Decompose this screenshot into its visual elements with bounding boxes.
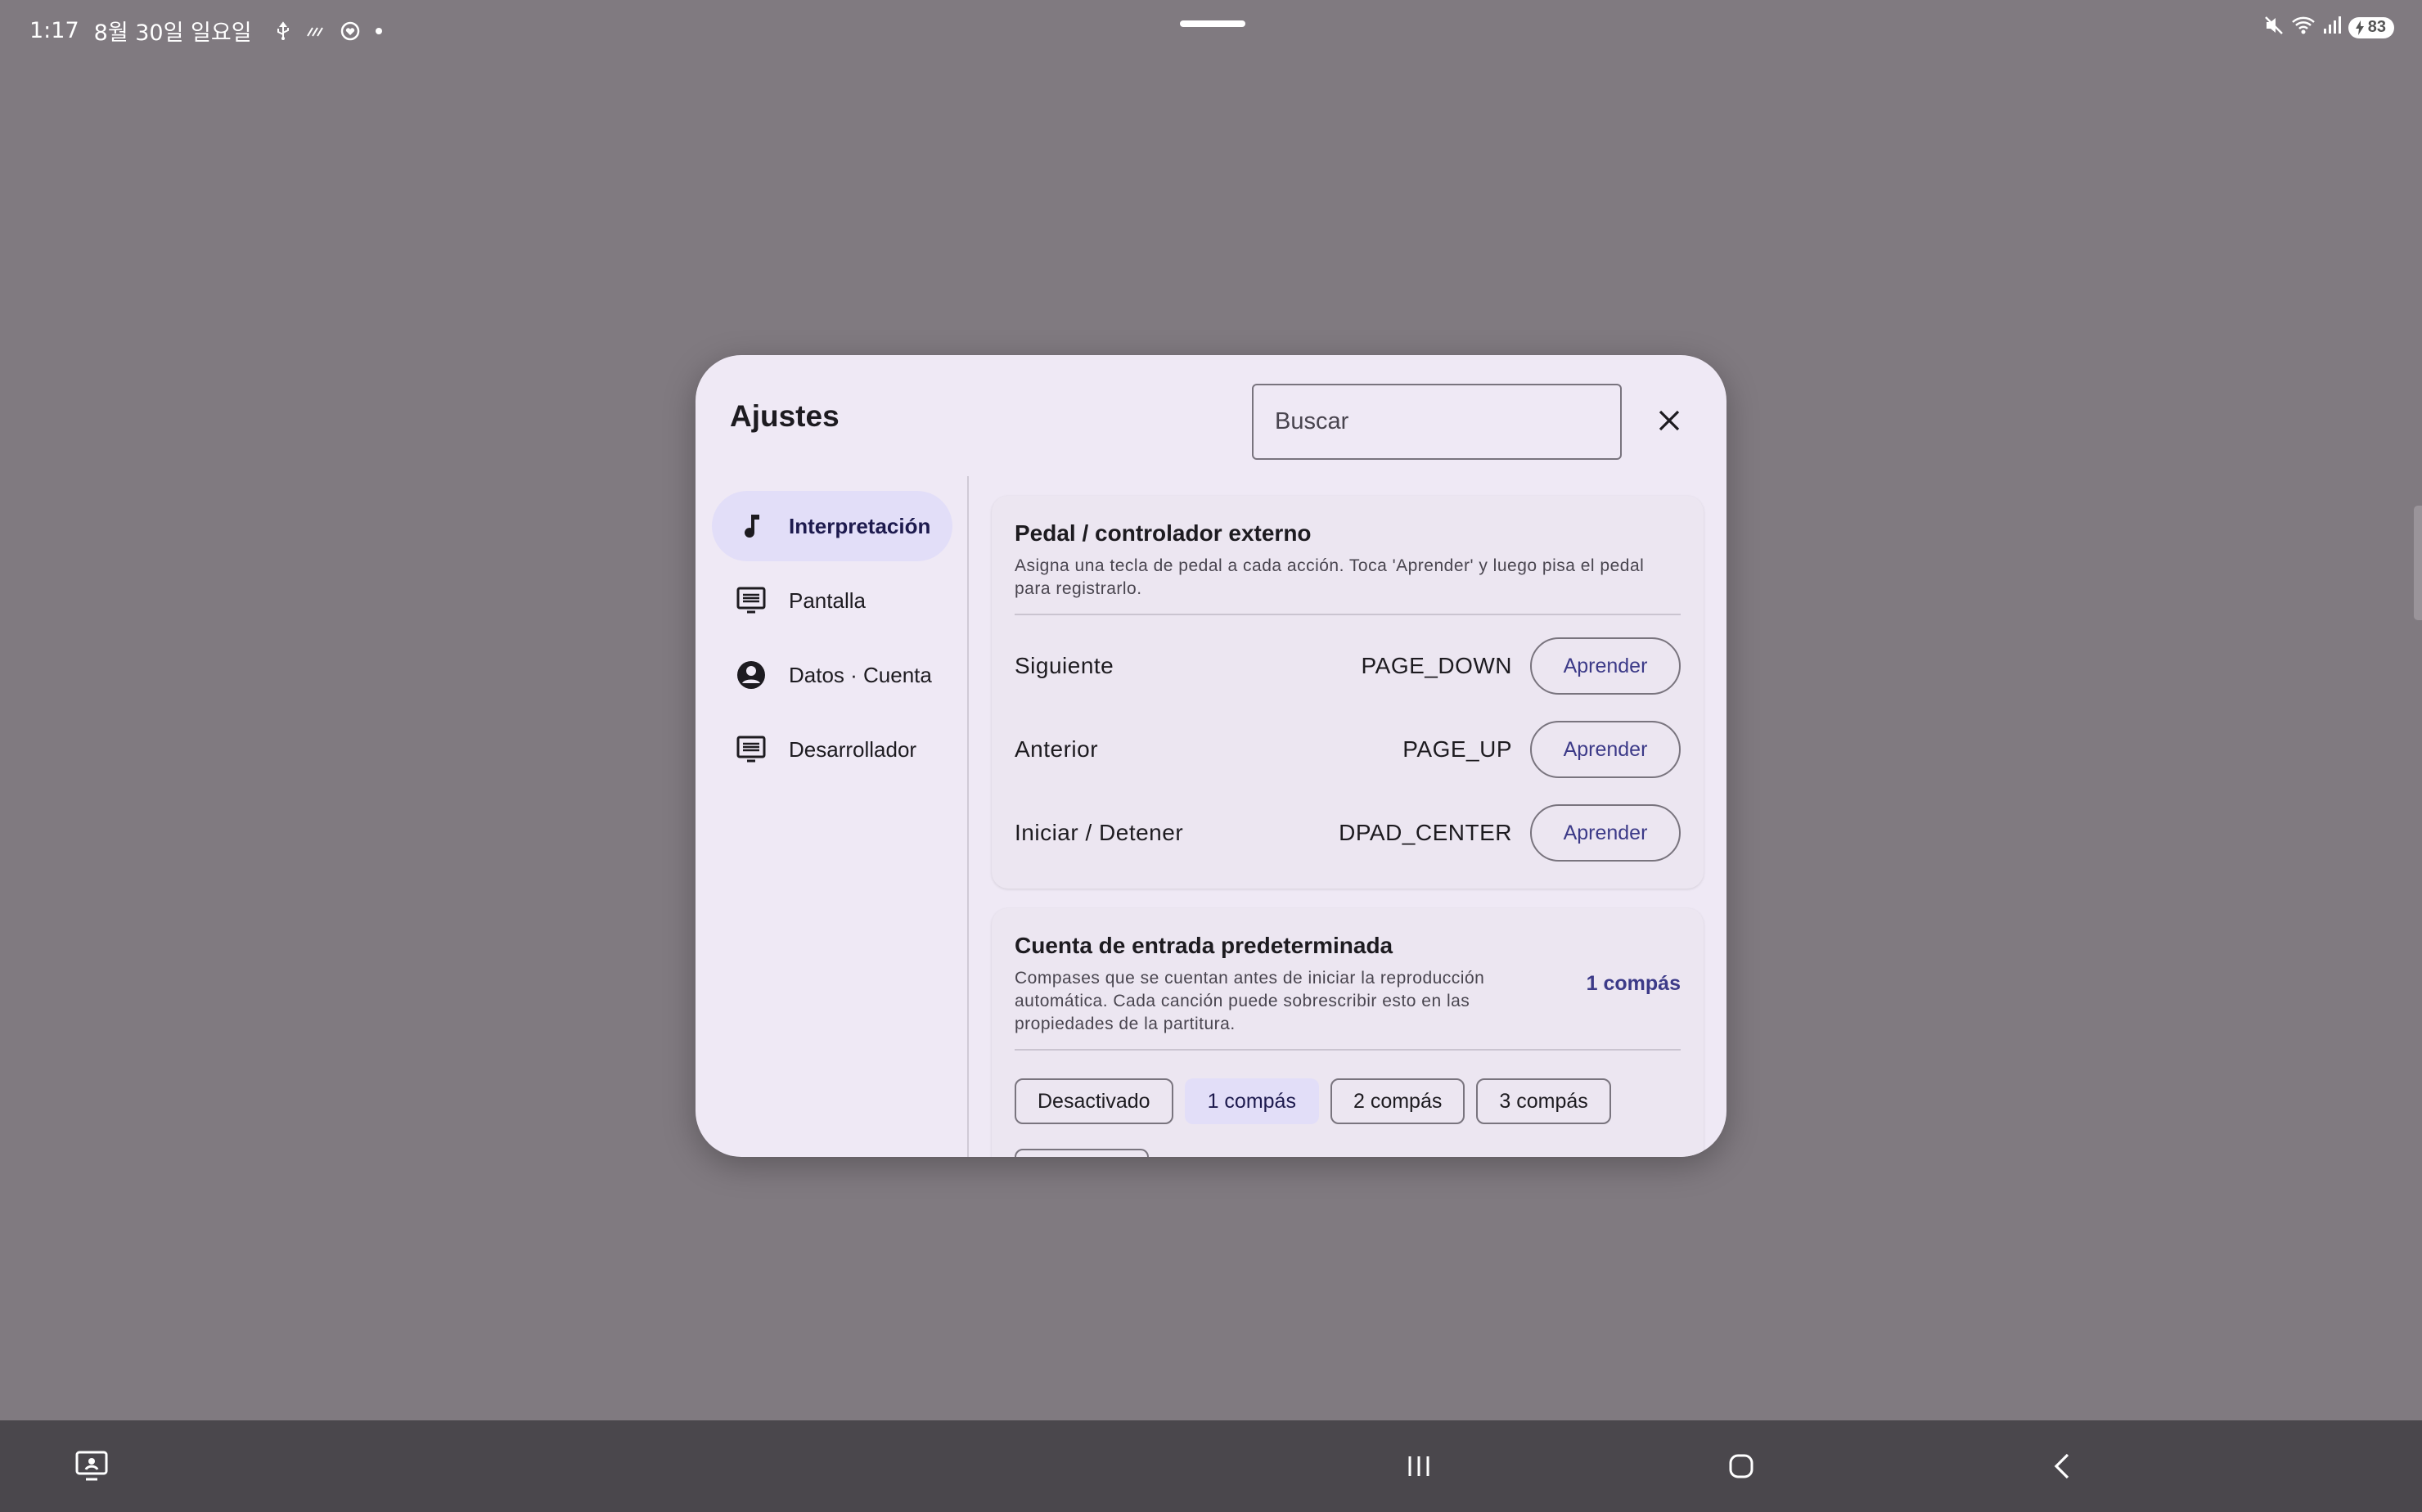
status-bar: 1:17 8월 30일 일요일 83 bbox=[0, 0, 2422, 57]
row-label: Siguiente bbox=[1015, 653, 1114, 678]
row-label: Iniciar / Detener bbox=[1015, 820, 1184, 845]
nav-item-interpretacion[interactable]: Interpretación bbox=[712, 491, 952, 561]
home-button[interactable] bbox=[1720, 1445, 1762, 1487]
system-nav-bar bbox=[0, 1420, 2422, 1512]
account-circle-icon bbox=[735, 659, 768, 691]
display-settings-icon bbox=[735, 733, 768, 766]
option-chip-desactivado[interactable]: Desactivado bbox=[1015, 1078, 1173, 1124]
status-left: 1:17 8월 30일 일요일 bbox=[29, 15, 383, 47]
pedal-description: Asigna una tecla de pedal a cada acción.… bbox=[1015, 556, 1645, 598]
dot-icon bbox=[375, 27, 383, 35]
option-chip-1-compas[interactable]: 1 compás bbox=[1184, 1078, 1319, 1124]
count-in-description: Compases que se cuentan antes de iniciar… bbox=[1015, 969, 1485, 1033]
settings-dialog: Ajustes Interpretación Pantalla Datos · … bbox=[696, 355, 1726, 1157]
back-icon bbox=[2054, 1453, 2069, 1479]
close-icon bbox=[1659, 410, 1680, 431]
edge-panel-handle[interactable] bbox=[2414, 506, 2422, 620]
nav-item-label: Pantalla bbox=[789, 587, 866, 613]
nav-item-label: Interpretación bbox=[789, 513, 931, 538]
settings-content: Pedal / controlador externo Asigna una t… bbox=[992, 496, 1704, 1157]
row-key-value: PAGE_DOWN bbox=[1361, 653, 1512, 678]
search-field[interactable] bbox=[1252, 384, 1622, 460]
usb-icon bbox=[275, 20, 291, 41]
music-note-icon bbox=[735, 510, 768, 542]
count-in-title: Cuenta de entrada predeterminada bbox=[1015, 933, 1393, 958]
wifi-icon bbox=[2291, 15, 2316, 40]
search-input[interactable] bbox=[1254, 385, 1620, 458]
battery-level: 83 bbox=[2367, 18, 2386, 36]
back-button[interactable] bbox=[2041, 1445, 2083, 1487]
row-key-value: PAGE_UP bbox=[1402, 736, 1512, 762]
nav-item-pantalla[interactable]: Pantalla bbox=[712, 565, 952, 636]
close-button[interactable] bbox=[1650, 401, 1689, 440]
mute-icon bbox=[2263, 15, 2285, 40]
recent-apps-button[interactable] bbox=[1398, 1445, 1440, 1487]
learn-button[interactable]: Aprender bbox=[1530, 637, 1681, 695]
nav-item-label: Desarrollador bbox=[789, 736, 917, 762]
status-right: 83 bbox=[2263, 15, 2394, 40]
shield-heart-icon bbox=[340, 21, 360, 41]
option-chip-3-compas[interactable]: 3 compás bbox=[1476, 1078, 1611, 1124]
pedal-divider bbox=[1015, 614, 1681, 615]
dialog-title: Ajustes bbox=[730, 399, 840, 433]
pedal-title: Pedal / controlador externo bbox=[1015, 520, 1312, 546]
count-in-card: Cuenta de entrada predeterminada Compase… bbox=[992, 908, 1704, 1157]
status-time: 1:17 bbox=[29, 18, 79, 43]
pedal-row-siguiente: Siguiente PAGE_DOWN Aprender bbox=[1015, 637, 1681, 695]
display-settings-icon bbox=[735, 584, 768, 617]
row-key-value: DPAD_CENTER bbox=[1339, 820, 1512, 845]
nav-item-label: Datos · Cuenta bbox=[789, 662, 932, 687]
status-date: 8월 30일 일요일 bbox=[93, 20, 252, 46]
option-chip-2-compas[interactable]: 2 compás bbox=[1330, 1078, 1465, 1124]
signal-icon bbox=[2322, 16, 2342, 39]
screenshot-icon bbox=[75, 1451, 108, 1481]
nav-item-desarrollador[interactable]: Desarrollador bbox=[712, 714, 952, 785]
nav-divider bbox=[967, 476, 969, 1157]
screenshot-button[interactable] bbox=[70, 1445, 113, 1487]
option-chip-partial[interactable] bbox=[1015, 1149, 1149, 1157]
pedal-card: Pedal / controlador externo Asigna una t… bbox=[992, 496, 1704, 889]
nav-item-datos-cuenta[interactable]: Datos · Cuenta bbox=[712, 640, 952, 710]
battery-icon: 83 bbox=[2348, 16, 2394, 38]
pedal-row-anterior: Anterior PAGE_UP Aprender bbox=[1015, 720, 1681, 779]
home-icon bbox=[1729, 1454, 1753, 1478]
learn-button[interactable]: Aprender bbox=[1530, 721, 1681, 778]
pedal-row-iniciar-detener: Iniciar / Detener DPAD_CENTER Aprender bbox=[1015, 803, 1681, 862]
row-label: Anterior bbox=[1015, 736, 1099, 762]
learn-button[interactable]: Aprender bbox=[1530, 804, 1681, 862]
count-in-options: Desactivado 1 compás 2 compás 3 compás bbox=[1015, 1078, 1611, 1124]
recent-apps-icon bbox=[1408, 1456, 1429, 1476]
top-handle bbox=[1180, 20, 1245, 27]
count-in-divider bbox=[1015, 1049, 1681, 1051]
count-in-current-value: 1 compás bbox=[1586, 972, 1681, 995]
data-saver-icon bbox=[306, 23, 326, 39]
settings-nav: Interpretación Pantalla Datos · Cuenta D… bbox=[712, 491, 952, 789]
